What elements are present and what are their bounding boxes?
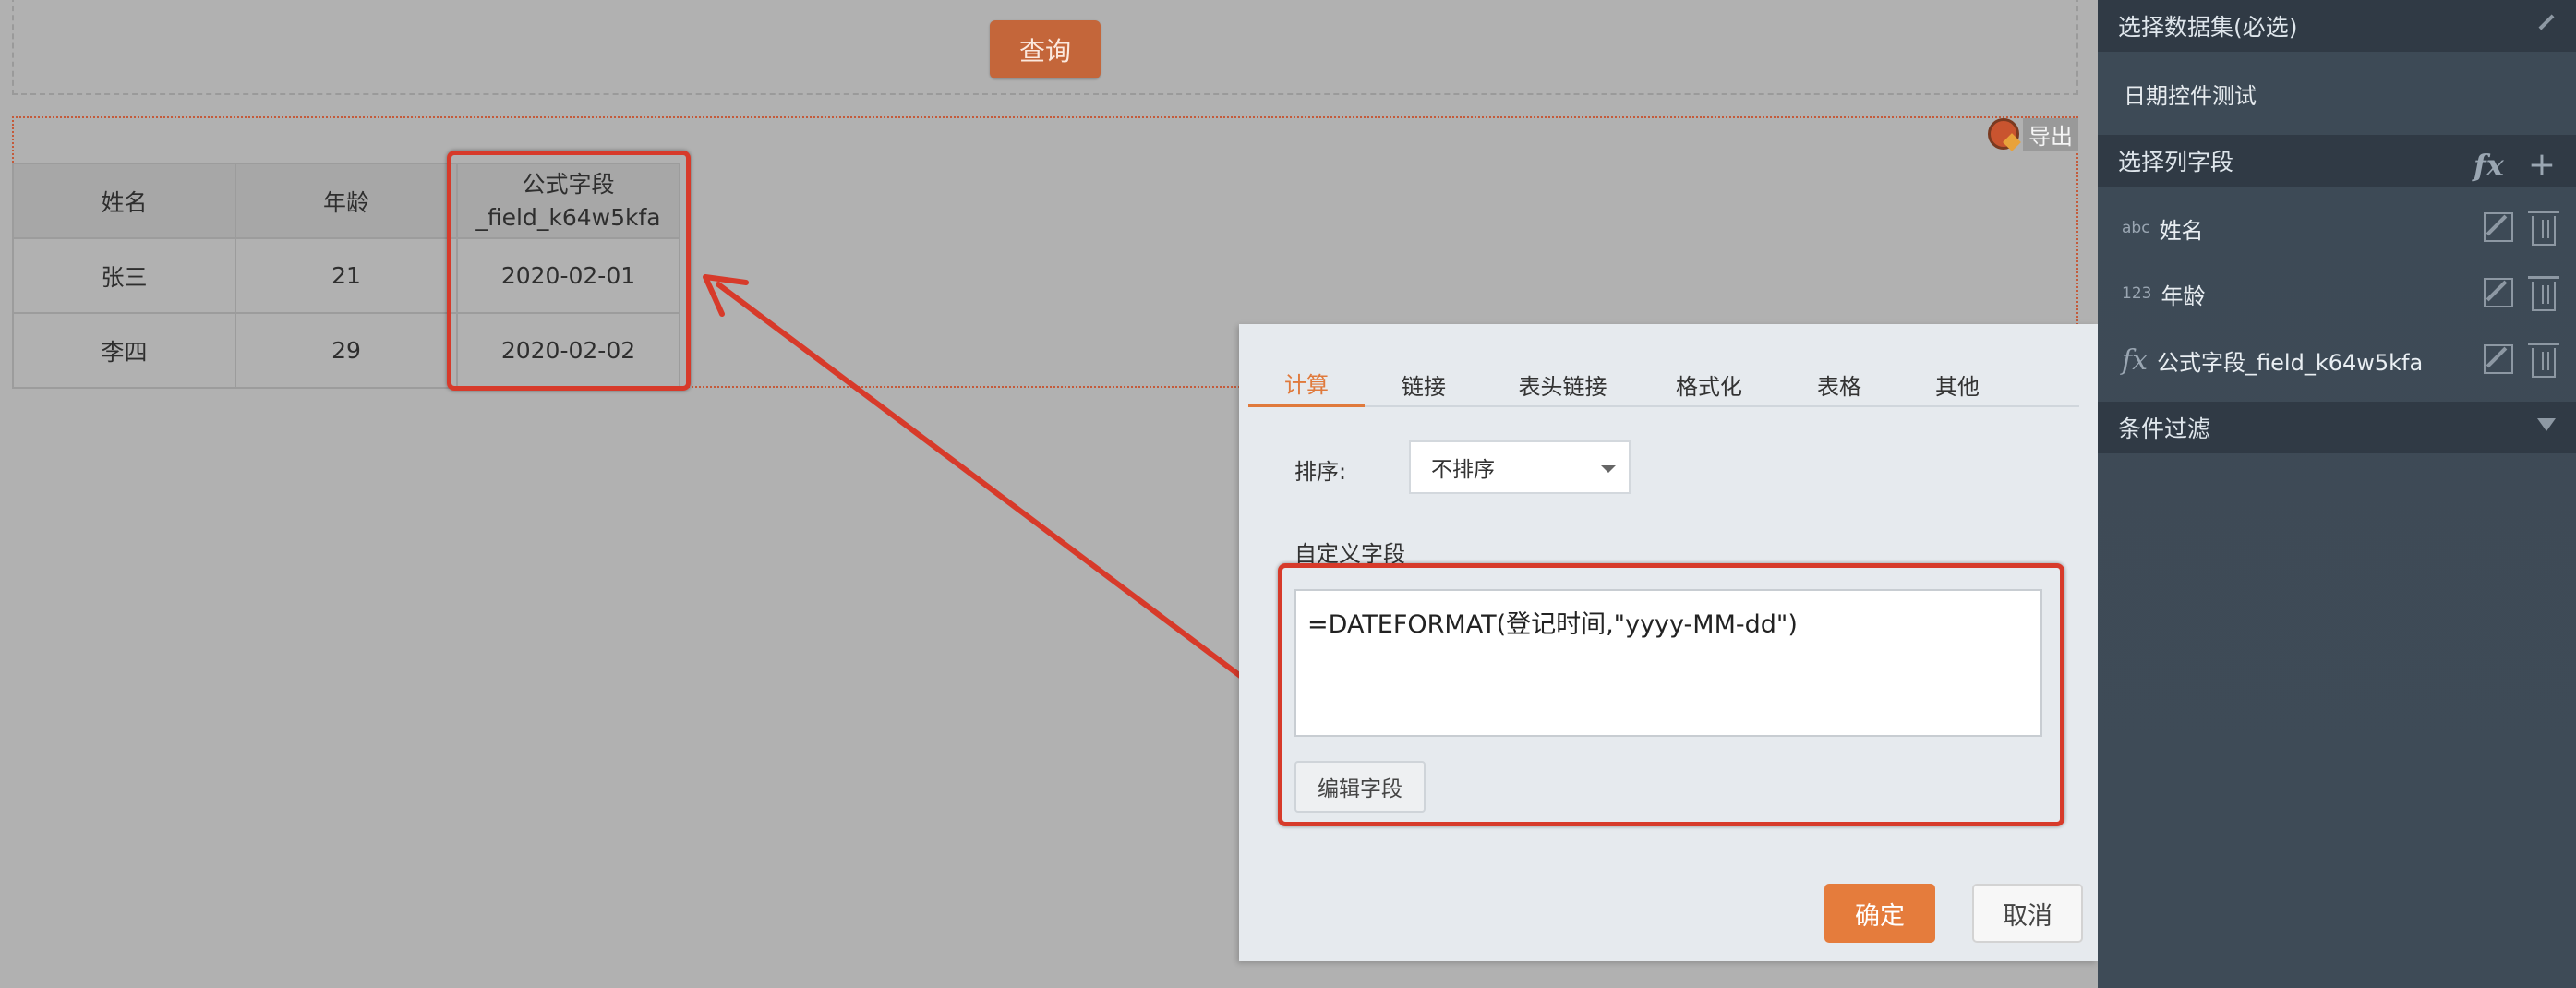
number-type-icon: 123 <box>2122 284 2152 303</box>
columns-header: 选择列字段 fx + <box>2098 135 2576 187</box>
tab-format[interactable]: 格式化 <box>1643 361 1776 407</box>
edit-icon[interactable] <box>2484 212 2513 242</box>
export-button[interactable]: 导出 <box>1988 117 2078 151</box>
tab-other[interactable]: 其他 <box>1903 361 2012 407</box>
column-item[interactable]: 123 年龄 <box>2098 261 2576 326</box>
column-item[interactable]: abc 姓名 <box>2098 196 2576 260</box>
column-header-age[interactable]: 年龄 <box>235 163 458 239</box>
edit-field-button[interactable]: 编辑字段 <box>1294 761 1426 813</box>
table-row: 李四 29 2020-02-02 <box>12 312 680 389</box>
cancel-button[interactable]: 取消 <box>1972 884 2083 943</box>
column-item-label: 年龄 <box>2161 283 2206 309</box>
trash-icon[interactable] <box>2528 276 2559 311</box>
table-cell: 2020-02-02 <box>456 312 680 389</box>
table-cell: 李四 <box>12 312 236 389</box>
funnel-icon[interactable] <box>2537 418 2556 431</box>
formula-type-icon: fx <box>2122 343 2149 377</box>
filter-header-label: 条件过滤 <box>2118 416 2211 442</box>
dataset-header-label: 选择数据集(必选) <box>2118 14 2298 41</box>
column-settings-dialog: 计算 链接 表头链接 格式化 表格 其他 排序: 不排序 自定义字段 =DATE… <box>1239 324 2098 961</box>
sort-select-value: 不排序 <box>1431 458 1495 482</box>
custom-field-label: 自定义字段 <box>1294 541 1405 567</box>
tab-table[interactable]: 表格 <box>1776 361 1903 407</box>
dataset-value[interactable]: 日期控件测试 <box>2124 78 2257 110</box>
tab-calculate[interactable]: 计算 <box>1248 361 1365 407</box>
export-icon <box>1988 118 2019 150</box>
column-header-name[interactable]: 姓名 <box>12 163 236 239</box>
sort-label: 排序: <box>1294 459 1347 485</box>
table-cell: 29 <box>235 312 458 389</box>
plus-icon[interactable]: + <box>2528 146 2556 184</box>
table-header-row: 姓名 年龄 公式字段_field_k64w5kfa <box>12 163 680 239</box>
table-cell: 2020-02-01 <box>456 237 680 314</box>
sort-select[interactable]: 不排序 <box>1409 440 1631 494</box>
tab-header-link[interactable]: 表头链接 <box>1483 361 1643 407</box>
pencil-icon[interactable] <box>2538 14 2555 30</box>
table-cell: 张三 <box>12 237 236 314</box>
column-item[interactable]: fx 公式字段_field_k64w5kfa <box>2098 328 2576 392</box>
table-row: 张三 21 2020-02-01 <box>12 237 680 314</box>
dialog-tabs: 计算 链接 表头链接 格式化 表格 其他 <box>1248 361 2079 407</box>
data-table: 姓名 年龄 公式字段_field_k64w5kfa 张三 21 2020-02-… <box>12 163 680 389</box>
caret-down-icon <box>1601 465 1616 473</box>
config-sidebar: 选择数据集(必选) 日期控件测试 选择列字段 fx + abc 姓名 123 年… <box>2098 0 2576 988</box>
formula-input[interactable]: =DATEFORMAT(登记时间,"yyyy-MM-dd") <box>1294 589 2042 737</box>
trash-icon[interactable] <box>2528 343 2559 378</box>
edit-icon[interactable] <box>2484 278 2513 307</box>
columns-header-label: 选择列字段 <box>2118 149 2234 175</box>
ok-button[interactable]: 确定 <box>1824 884 1935 943</box>
edit-icon[interactable] <box>2484 344 2513 374</box>
fx-icon[interactable]: fx <box>2474 148 2504 183</box>
trash-icon[interactable] <box>2528 211 2559 246</box>
query-button[interactable]: 查询 <box>990 20 1101 78</box>
column-item-label: 姓名 <box>2159 217 2204 244</box>
text-type-icon: abc <box>2122 219 2150 237</box>
tab-link[interactable]: 链接 <box>1365 361 1483 407</box>
column-header-formula[interactable]: 公式字段_field_k64w5kfa <box>456 163 680 239</box>
column-item-label: 公式字段_field_k64w5kfa <box>2157 349 2424 376</box>
dataset-header: 选择数据集(必选) <box>2098 0 2576 52</box>
export-label: 导出 <box>2023 117 2078 151</box>
table-cell: 21 <box>235 237 458 314</box>
filter-header[interactable]: 条件过滤 <box>2098 402 2576 453</box>
